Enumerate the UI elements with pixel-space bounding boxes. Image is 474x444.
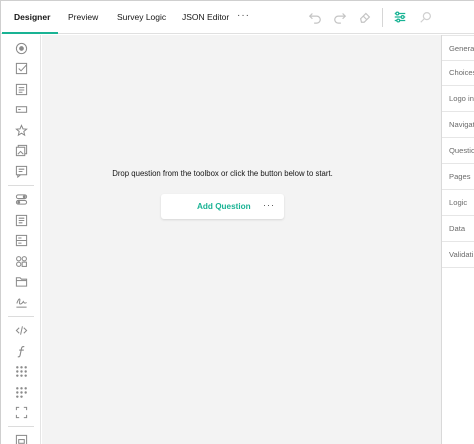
code-icon[interactable] <box>15 324 28 337</box>
ranking-icon[interactable] <box>15 255 28 268</box>
undo-icon[interactable] <box>308 10 322 24</box>
property-category-pages[interactable]: Pages <box>442 164 474 190</box>
property-category-choices[interactable]: Choices <box>442 60 474 86</box>
property-category-questions[interactable]: Questio <box>442 138 474 164</box>
expand-icon[interactable] <box>15 406 28 419</box>
toolbox-divider <box>8 185 34 186</box>
file-upload-icon[interactable] <box>15 275 28 288</box>
eraser-icon[interactable] <box>358 10 372 24</box>
property-grid: Genera Choices Logo in Navigat Questio P… <box>441 35 474 444</box>
property-category-data[interactable]: Data <box>442 216 474 242</box>
add-question-card: Add Question ··· <box>161 194 284 219</box>
tab-preview[interactable]: Preview <box>68 1 98 34</box>
empty-survey-message: Drop question from the toolbox or click … <box>112 169 333 178</box>
rating-star-icon[interactable] <box>15 124 28 137</box>
boolean-icon[interactable] <box>15 193 28 206</box>
panel-icon[interactable] <box>15 434 28 444</box>
dropdown-icon[interactable] <box>15 83 28 96</box>
tab-designer[interactable]: Designer <box>14 1 50 34</box>
tab-json-editor[interactable]: JSON Editor <box>182 1 229 34</box>
checkbox-icon[interactable] <box>15 62 28 75</box>
add-question-button[interactable]: Add Question <box>197 194 251 219</box>
toolbox-divider <box>8 426 34 427</box>
image-picker-icon[interactable] <box>15 144 28 157</box>
search-icon[interactable] <box>419 10 433 24</box>
toolbox-divider <box>8 316 34 317</box>
matrix-icon[interactable] <box>15 365 28 378</box>
tabs-more-button[interactable]: ··· <box>237 10 250 21</box>
text-input-icon[interactable] <box>15 103 28 116</box>
toolbox <box>1 35 41 444</box>
settings-sliders-icon[interactable] <box>393 10 407 24</box>
top-tab-bar: Designer Preview Survey Logic JSON Edito… <box>1 1 474 34</box>
expression-icon[interactable] <box>15 345 28 358</box>
property-category-logic[interactable]: Logic <box>442 190 474 216</box>
signature-icon[interactable] <box>15 296 28 309</box>
property-category-navigation[interactable]: Navigat <box>442 112 474 138</box>
comment-icon[interactable] <box>15 165 28 178</box>
active-tab-indicator <box>2 32 58 34</box>
toolbar-divider <box>382 8 383 27</box>
tab-survey-logic[interactable]: Survey Logic <box>117 1 166 34</box>
property-category-logo[interactable]: Logo in <box>442 86 474 112</box>
question-type-more-button[interactable]: ··· <box>263 200 275 210</box>
property-category-validation[interactable]: Validati <box>442 242 474 268</box>
design-surface: Drop question from the toolbox or click … <box>42 35 441 444</box>
multiple-text-icon[interactable] <box>15 234 28 247</box>
redo-icon[interactable] <box>333 10 347 24</box>
matrix-dynamic-icon[interactable] <box>15 386 28 399</box>
survey-creator: Designer Preview Survey Logic JSON Edito… <box>0 0 474 444</box>
html-icon[interactable] <box>15 214 28 227</box>
property-category-general[interactable]: Genera <box>442 35 474 61</box>
radiogroup-icon[interactable] <box>15 42 28 55</box>
